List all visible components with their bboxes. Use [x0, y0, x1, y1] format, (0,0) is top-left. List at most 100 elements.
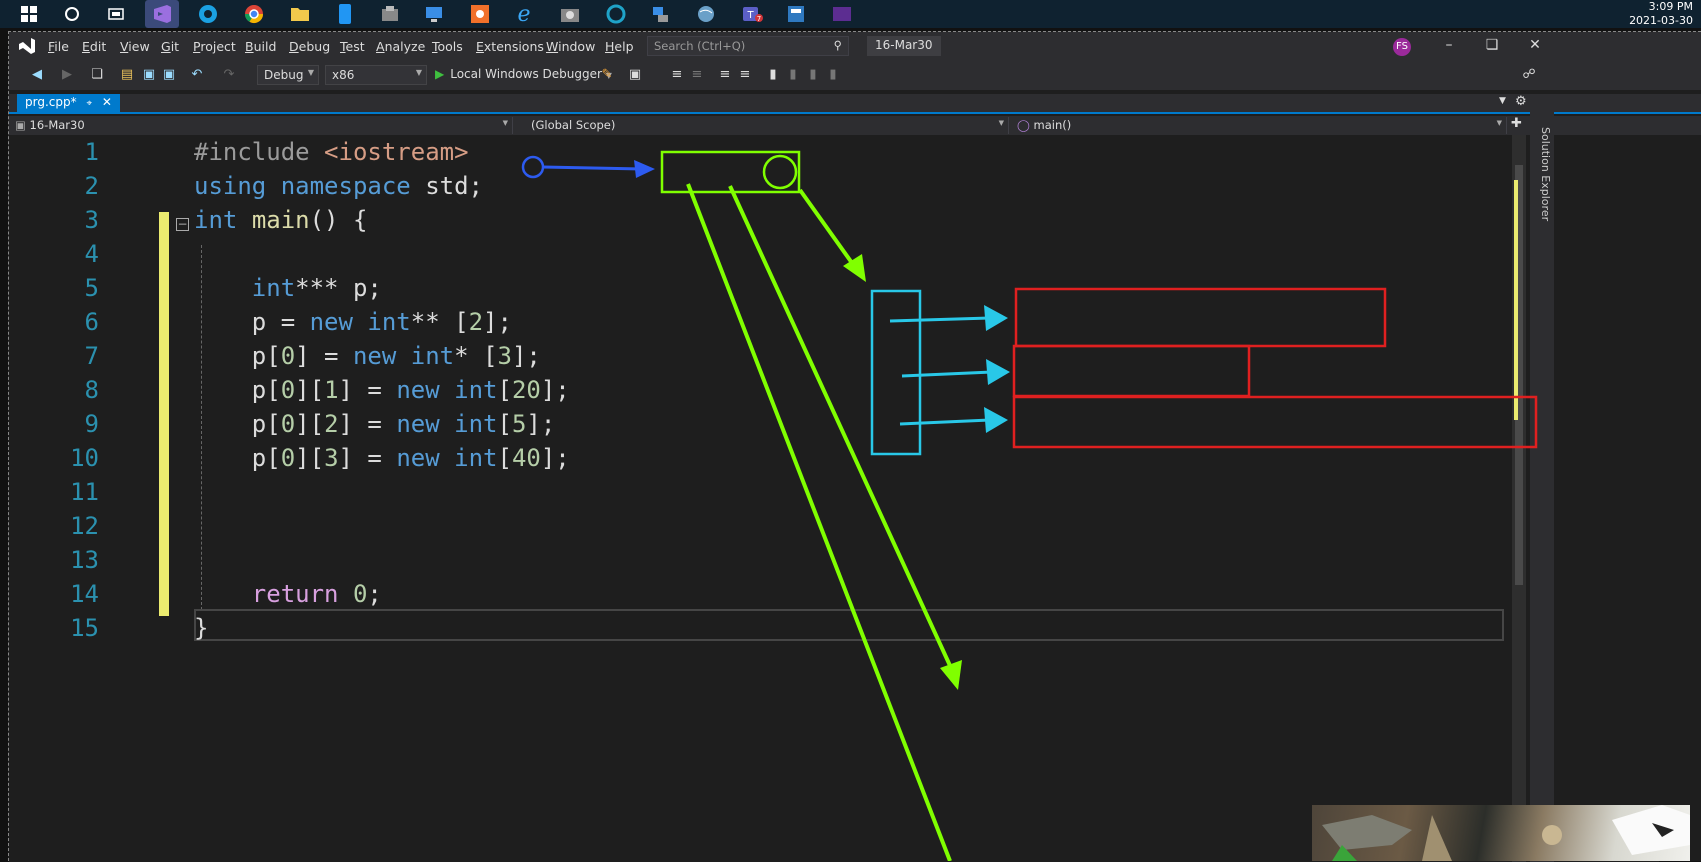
- code-text: int main() {: [194, 206, 368, 234]
- redo-icon[interactable]: ↷: [221, 67, 237, 83]
- remote-desktop-icon[interactable]: [422, 2, 446, 26]
- menu-debug[interactable]: Debug: [289, 39, 330, 54]
- forward-icon[interactable]: ▶: [59, 67, 75, 83]
- line-number: 5: [84, 274, 99, 302]
- screenshot-icon[interactable]: [558, 2, 582, 26]
- uncomment-icon[interactable]: ≡: [737, 67, 753, 83]
- vertical-scrollbar[interactable]: [1512, 135, 1526, 862]
- menu-build[interactable]: Build: [245, 39, 276, 54]
- prev-bookmark-icon[interactable]: ▮: [785, 67, 801, 83]
- code-text: return 0;: [251, 580, 382, 608]
- settings-gear-icon[interactable]: ⚙: [1515, 94, 1527, 109]
- code-line: 3 int main() {: [9, 203, 1649, 237]
- visual-studio-icon[interactable]: [145, 0, 179, 28]
- config-select[interactable]: Debug ▼: [257, 65, 319, 85]
- menu-test[interactable]: Test: [340, 39, 365, 54]
- screenshot-tool-icon[interactable]: ▣: [627, 67, 643, 83]
- code-text: p[0][2] = new int[5];: [194, 410, 556, 438]
- menu-extensions[interactable]: Extensions: [476, 39, 544, 54]
- clock[interactable]: 3:09 PM 2021-03-30: [1629, 0, 1693, 28]
- vs-logo-icon: [17, 37, 37, 58]
- tab-list-icon[interactable]: ▼: [1499, 96, 1506, 106]
- close-icon[interactable]: ✕: [1525, 37, 1545, 53]
- member-select[interactable]: ◯ main() ▼: [1011, 117, 1507, 134]
- code-editor[interactable]: − 1 #include <iostream> 2 using namespac…: [9, 135, 1659, 862]
- code-line: 5 int*** p;: [9, 271, 1649, 305]
- code-line: 8 p[0][1] = new int[20];: [9, 373, 1649, 407]
- close-tab-icon[interactable]: ✕: [102, 95, 112, 109]
- platform-select[interactable]: x86 ▼: [325, 65, 427, 85]
- menu-help[interactable]: Help: [605, 39, 634, 54]
- back-icon[interactable]: ◀: [29, 67, 45, 83]
- function-icon: ◯: [1017, 118, 1030, 132]
- restore-icon[interactable]: ❏: [1482, 37, 1502, 53]
- menu-git[interactable]: Git: [161, 39, 179, 54]
- file-explorer-icon[interactable]: [288, 2, 312, 26]
- start-debugging-button[interactable]: ▶ Local Windows Debugger ▼: [435, 67, 612, 81]
- comment-icon[interactable]: ≡: [717, 67, 733, 83]
- scope-select[interactable]: (Global Scope) ▼: [525, 117, 1009, 134]
- save-all-icon[interactable]: ▣: [161, 67, 177, 83]
- circle-app-icon[interactable]: [604, 2, 628, 26]
- pin-icon[interactable]: ⌖: [86, 98, 92, 109]
- open-icon[interactable]: ▤: [119, 67, 135, 83]
- purple-app-icon[interactable]: [830, 2, 854, 26]
- phone-icon[interactable]: [333, 2, 357, 26]
- browse-icon[interactable]: ✎: [599, 67, 615, 83]
- code-line: 4: [9, 237, 1649, 271]
- line-number: 13: [70, 546, 99, 574]
- task-view-icon[interactable]: [104, 2, 128, 26]
- app-icon[interactable]: [784, 2, 808, 26]
- snipping-icon[interactable]: [468, 2, 492, 26]
- menu-tools[interactable]: Tools: [432, 39, 463, 54]
- platform-value: x86: [332, 68, 355, 82]
- indent-icon[interactable]: ≡: [669, 67, 685, 83]
- avatar[interactable]: FS: [1393, 38, 1411, 56]
- menu-project[interactable]: Project: [193, 39, 236, 54]
- search-icon: ⚲: [833, 38, 842, 52]
- line-number: 4: [84, 240, 99, 268]
- minimize-icon[interactable]: –: [1439, 37, 1459, 53]
- code-line: 10 p[0][3] = new int[40];: [9, 441, 1649, 475]
- new-project-icon[interactable]: ❏: [89, 67, 105, 83]
- outdent-icon[interactable]: ≡: [689, 67, 705, 83]
- bookmark-icon[interactable]: ▮: [765, 67, 781, 83]
- menu-file[interactable]: File: [48, 39, 69, 54]
- edge-icon[interactable]: [196, 2, 220, 26]
- solution-name[interactable]: 16-Mar30: [867, 36, 941, 56]
- svg-text:T: T: [746, 10, 754, 21]
- network-icon[interactable]: [648, 2, 672, 26]
- teams-icon[interactable]: T7: [740, 2, 764, 26]
- project-value: 16-Mar30: [29, 118, 85, 132]
- globe-icon[interactable]: [694, 2, 718, 26]
- line-number: 7: [84, 342, 99, 370]
- ie-icon[interactable]: e: [512, 2, 536, 27]
- chrome-icon[interactable]: [242, 2, 266, 26]
- line-number: 9: [84, 410, 99, 438]
- solution-explorer-tab[interactable]: Solution Explorer: [1539, 127, 1552, 221]
- menu-view[interactable]: View: [120, 39, 150, 54]
- menu-analyze[interactable]: Analyze: [376, 39, 425, 54]
- change-marker: [1514, 180, 1518, 420]
- menu-window[interactable]: Window: [546, 39, 595, 54]
- line-number: 14: [70, 580, 99, 608]
- undo-icon[interactable]: ↶: [189, 67, 205, 83]
- split-icon[interactable]: ✚: [1511, 116, 1522, 131]
- debugger-label: Local Windows Debugger: [450, 67, 602, 81]
- save-icon[interactable]: ▣: [141, 67, 157, 83]
- live-share-icon[interactable]: ☍: [1521, 67, 1537, 83]
- menu-edit[interactable]: Edit: [82, 39, 106, 54]
- code-line: 14 return 0;: [9, 577, 1649, 611]
- windows-start-icon[interactable]: [17, 2, 41, 26]
- camera-icon[interactable]: [378, 2, 402, 26]
- next-bookmark-icon[interactable]: ▮: [805, 67, 821, 83]
- member-value: main(): [1033, 118, 1072, 132]
- tab-prg-cpp[interactable]: prg.cpp* ⌖ ✕: [17, 94, 120, 112]
- search-input[interactable]: Search (Ctrl+Q) ⚲: [647, 36, 849, 56]
- cortana-icon[interactable]: [60, 2, 84, 26]
- code-line: 13: [9, 543, 1649, 577]
- play-icon: ▶: [435, 67, 445, 81]
- line-number: 11: [70, 478, 99, 506]
- clear-bookmark-icon[interactable]: ▮: [825, 67, 841, 83]
- project-select[interactable]: ▣ 16-Mar30 ▼: [9, 117, 513, 134]
